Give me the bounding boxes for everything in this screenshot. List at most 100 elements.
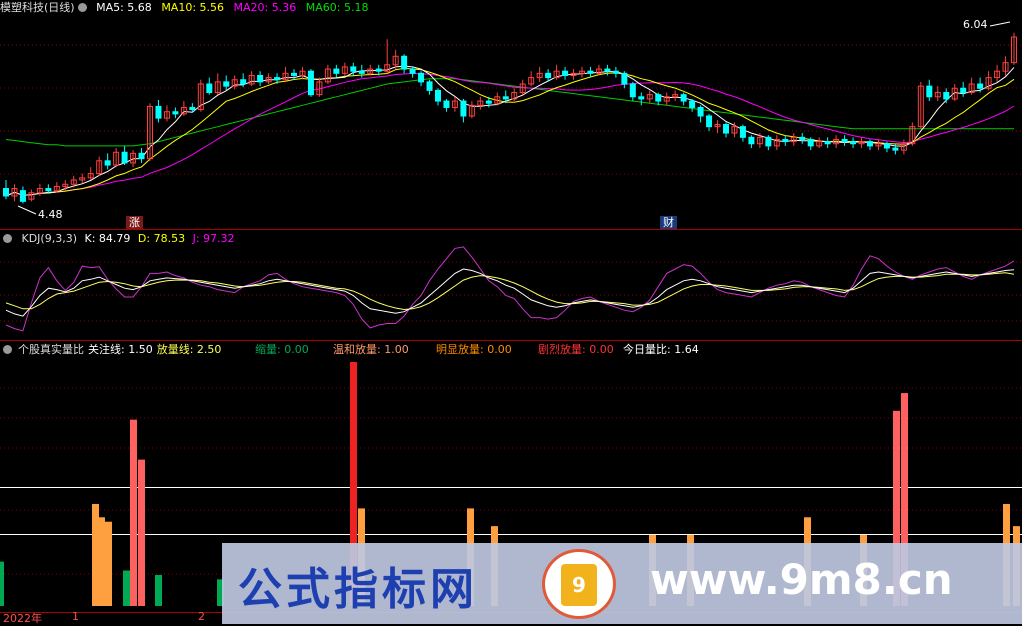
low-arrow <box>17 205 37 215</box>
candle-body <box>748 136 755 145</box>
banner-url: www.9m8.cn <box>650 555 953 604</box>
candle-body <box>206 83 213 94</box>
candle-body <box>604 68 611 72</box>
volume-ratio-bar <box>130 419 137 606</box>
volume-ratio-bar <box>155 574 162 606</box>
kdj-d-line <box>5 272 1015 311</box>
candle-body <box>782 138 789 143</box>
candle-body <box>841 138 848 143</box>
volume-ratio-bar <box>92 503 99 606</box>
watermark-banner: 公式指标网 9 www.9m8.cn <box>222 543 1022 624</box>
candle-body <box>892 147 899 151</box>
ma60-label: MA60: 5.18 <box>305 1 369 14</box>
candle-body <box>443 100 450 108</box>
candle-body <box>333 68 340 74</box>
candle-body <box>257 74 264 83</box>
kdj-j-line <box>5 246 1015 332</box>
candle-body <box>799 136 806 140</box>
kdj-title: KDJ(9,3,3) <box>21 232 78 245</box>
axis-month-2: 2 <box>198 610 205 623</box>
candle-body <box>307 70 314 96</box>
ma10-line <box>5 67 1015 197</box>
candle-body <box>502 96 509 100</box>
candle-body <box>155 105 162 119</box>
candle-body <box>587 70 594 74</box>
vol-mild: 温和放量: 1.00 <box>333 343 409 356</box>
candle-body <box>824 141 831 145</box>
kdj-k: K: 84.79 <box>84 232 131 245</box>
candle-body <box>562 70 569 76</box>
candle-body <box>358 70 365 74</box>
volume-ratio-bar <box>138 459 145 606</box>
candle-body <box>629 83 636 98</box>
volume-ratio-bar <box>123 570 130 606</box>
vol-title: 个股真实量比 <box>18 343 84 356</box>
candle-body <box>697 106 704 117</box>
ma20-label: MA20: 5.36 <box>233 1 297 14</box>
candle-body <box>765 136 772 147</box>
tag-cai[interactable]: 财 <box>660 216 677 229</box>
candle-body <box>426 81 433 91</box>
banner-logo-mark: 9 <box>561 564 597 606</box>
candle-body <box>3 188 9 197</box>
vol-header: 个股真实量比 关注线: 1.50 放量线: 2.50 缩量: 0.00 温和放量: … <box>0 342 1022 358</box>
candle-body <box>138 152 145 160</box>
candle-body <box>943 92 950 100</box>
candle-body <box>638 96 645 100</box>
kdj-j: J: 97.32 <box>192 232 235 245</box>
candle-body <box>274 77 281 81</box>
candle-body <box>621 72 628 85</box>
candle-body <box>680 94 687 102</box>
candle-body <box>121 151 128 164</box>
vol-obvious: 明显放量: 0.00 <box>436 343 512 356</box>
candle-body <box>867 141 873 147</box>
volume-ratio-bar <box>0 561 4 606</box>
axis-month-1: 1 <box>72 610 79 623</box>
candle-body <box>291 72 297 76</box>
vol-focus: 关注线: 1.50 <box>88 343 153 356</box>
banner-text: 公式指标网 <box>238 564 478 615</box>
tag-zhang[interactable]: 涨 <box>126 216 143 229</box>
ma10-label: MA10: 5.56 <box>161 1 225 14</box>
candle-body <box>612 70 619 74</box>
candle-body <box>435 89 441 102</box>
candle-body <box>926 85 933 98</box>
vol-today: 今日量比: 1.64 <box>623 343 699 356</box>
kdj-k-line <box>5 268 1015 317</box>
banner-logo: 9 <box>542 549 616 619</box>
candle-body <box>460 100 467 117</box>
candle-body <box>104 160 111 166</box>
vol-settings-icon[interactable] <box>3 345 12 354</box>
candle-body <box>883 143 890 149</box>
candle-body <box>223 81 230 87</box>
candle-body <box>655 94 662 102</box>
ma5-label: MA5: 5.68 <box>96 1 152 14</box>
high-price-label: 6.04 <box>963 18 988 31</box>
candle-body <box>960 87 967 94</box>
candle-body <box>240 79 247 85</box>
kdj-settings-icon[interactable] <box>3 234 12 243</box>
vol-shrink: 缩量: 0.00 <box>255 343 309 356</box>
vol-line: 放量线: 2.50 <box>156 343 222 356</box>
candle-body <box>172 111 179 115</box>
candle-body <box>350 66 357 72</box>
candle-body <box>485 100 492 104</box>
candle-body <box>739 126 746 138</box>
settings-icon[interactable] <box>77 3 87 12</box>
candle-body <box>723 124 729 134</box>
vol-intense: 剧烈放量: 0.00 <box>538 343 614 356</box>
candle-body <box>545 72 552 79</box>
candle-body <box>418 72 425 83</box>
low-price-label: 4.48 <box>38 208 63 221</box>
candle-body <box>409 68 416 74</box>
candle-body <box>807 138 814 147</box>
main-header: 模塑科技(日线) MA5: 5.68 MA10: 5.56 MA20: 5.36… <box>0 0 374 16</box>
candle-body <box>850 141 857 145</box>
volume-ratio-bar <box>98 517 105 606</box>
candle-body <box>189 106 196 111</box>
volume-ratio-bar <box>105 521 112 606</box>
kdj-d: D: 78.53 <box>137 232 186 245</box>
chart-svg <box>0 21 1022 613</box>
candle-body <box>706 115 713 128</box>
ma20-line <box>5 72 1015 197</box>
